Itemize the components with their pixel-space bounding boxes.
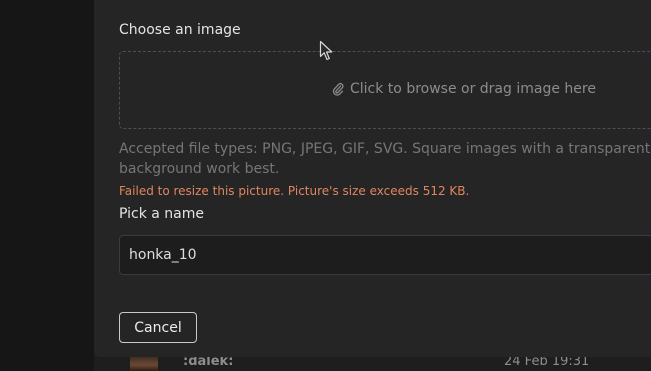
pick-name-label: Pick a name <box>119 206 205 222</box>
mouse-cursor-icon <box>319 40 333 61</box>
dropzone-text: Click to browse or drag image here <box>350 81 596 97</box>
accepted-file-types-help: Accepted file types: PNG, JPEG, GIF, SVG… <box>119 141 651 177</box>
choose-image-label: Choose an image <box>119 22 241 38</box>
paperclip-icon <box>332 82 344 96</box>
image-dropzone[interactable]: Click to browse or drag image here <box>119 51 651 129</box>
emoji-thumbnail <box>130 356 158 371</box>
sidebar <box>0 0 94 371</box>
emoji-name-input[interactable] <box>119 235 651 275</box>
dropzone-content: Click to browse or drag image here <box>332 81 596 97</box>
resize-error-message: Failed to resize this picture. Picture's… <box>119 184 470 198</box>
cancel-button[interactable]: Cancel <box>119 312 197 343</box>
emoji-upload-screen: :dalek: 24 Feb 19:31 Choose an image Cli… <box>0 0 651 371</box>
